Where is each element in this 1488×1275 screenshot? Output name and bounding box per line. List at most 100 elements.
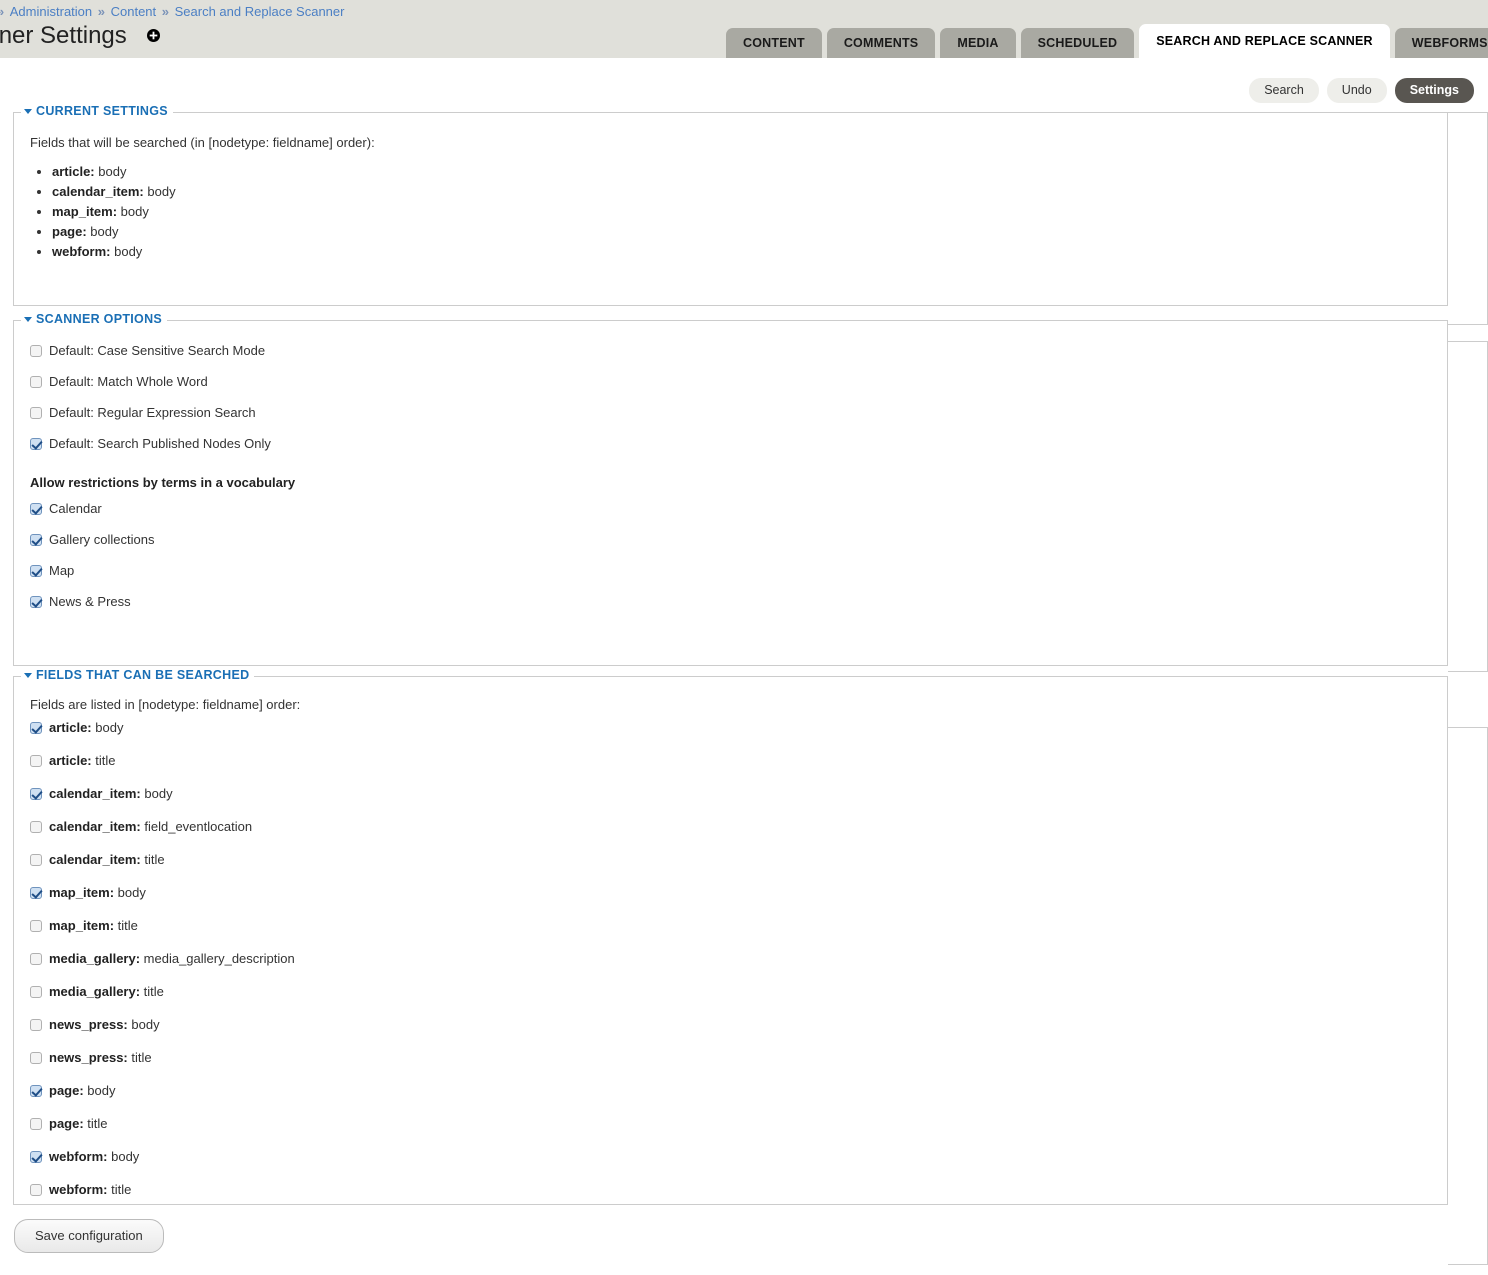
tab-media[interactable]: MEDIA: [940, 28, 1016, 58]
searchable-field-option[interactable]: page: title: [30, 1116, 1431, 1131]
checkbox-checked-icon[interactable]: [30, 1150, 42, 1163]
scanner-default-option[interactable]: Default: Regular Expression Search: [30, 405, 1431, 420]
scanner-default-option[interactable]: Default: Search Published Nodes Only: [30, 436, 1431, 451]
scanner-default-option[interactable]: Default: Case Sensitive Search Mode: [30, 343, 1431, 358]
checkbox-checked-icon[interactable]: [30, 502, 42, 515]
checkbox-unchecked-icon[interactable]: [30, 820, 42, 833]
checkbox-unchecked-icon[interactable]: [30, 1117, 42, 1130]
tab-content[interactable]: CONTENT: [726, 28, 822, 58]
checkbox-unchecked-icon[interactable]: [30, 1018, 42, 1031]
settings-button[interactable]: Settings: [1394, 78, 1474, 103]
chevron-down-icon: [24, 317, 32, 322]
searchable-field-option[interactable]: media_gallery: title: [30, 984, 1431, 999]
checkbox-unchecked-icon[interactable]: [30, 1183, 42, 1196]
searchable-field-option[interactable]: article: title: [30, 753, 1431, 768]
vocabulary-option[interactable]: News & Press: [30, 594, 1431, 609]
save-configuration-button[interactable]: Save configuration: [14, 1219, 164, 1253]
checkbox-label: news_press: body: [49, 1017, 160, 1032]
breadcrumb-link[interactable]: Search and Replace Scanner: [175, 4, 345, 19]
field-name: body: [140, 786, 173, 801]
checkbox-unchecked-icon[interactable]: [30, 952, 42, 965]
searchable-field-option[interactable]: media_gallery: media_gallery_description: [30, 951, 1431, 966]
breadcrumb-link[interactable]: Content: [111, 4, 157, 19]
searchable-field-option[interactable]: news_press: body: [30, 1017, 1431, 1032]
searchable-fields-description: Fields are listed in [nodetype: fieldnam…: [30, 697, 301, 712]
tab-comments[interactable]: COMMENTS: [826, 28, 936, 58]
checkbox-label: News & Press: [49, 594, 131, 609]
node-type: map_item:: [49, 918, 115, 933]
searchable-fields-legend[interactable]: FIELDS THAT CAN BE SEARCHED: [21, 668, 255, 682]
vocabulary-option[interactable]: Gallery collections: [30, 532, 1431, 547]
node-type: calendar_item:: [49, 819, 141, 834]
checkbox-checked-icon[interactable]: [30, 886, 42, 899]
searchable-fields-list: article: body article: title calendar_item…: [30, 720, 1431, 1197]
searchable-field-option[interactable]: calendar_item: body: [30, 786, 1431, 801]
add-circle-icon[interactable]: [147, 21, 161, 49]
searchable-field-option[interactable]: webform: body: [30, 1149, 1431, 1164]
checkbox-unchecked-icon[interactable]: [30, 406, 42, 419]
checkbox-label: map_item: title: [49, 918, 138, 933]
scanner-options-legend[interactable]: SCANNER OPTIONS: [21, 312, 168, 326]
searchable-field-option[interactable]: map_item: title: [30, 918, 1431, 933]
scanner-default-option[interactable]: Default: Match Whole Word: [30, 374, 1431, 389]
node-type: news_press:: [49, 1050, 128, 1065]
searchable-field-option[interactable]: page: body: [30, 1083, 1431, 1098]
breadcrumb: ome » Administration » Content » Search …: [0, 4, 344, 19]
checkbox-checked-icon[interactable]: [30, 1084, 42, 1097]
undo-button[interactable]: Undo: [1326, 78, 1387, 103]
field-name: title: [107, 1182, 132, 1197]
search-button[interactable]: Search: [1249, 78, 1319, 103]
searchable-field-option[interactable]: calendar_item: title: [30, 852, 1431, 867]
overflow-frame-top: [1448, 112, 1488, 325]
tab-scheduled[interactable]: SCHEDULED: [1020, 28, 1135, 58]
node-type: media_gallery:: [49, 951, 141, 966]
checkbox-unchecked-icon[interactable]: [30, 919, 42, 932]
checkbox-checked-icon[interactable]: [30, 437, 42, 450]
checkbox-checked-icon[interactable]: [30, 721, 42, 734]
field-name: title: [140, 984, 164, 999]
field-name: body: [91, 720, 124, 735]
checkbox-unchecked-icon[interactable]: [30, 1051, 42, 1064]
checkbox-unchecked-icon[interactable]: [30, 985, 42, 998]
checkbox-label: news_press: title: [49, 1050, 152, 1065]
field-name: title: [127, 1050, 152, 1065]
vocabulary-option[interactable]: Map: [30, 563, 1431, 578]
checkbox-unchecked-icon[interactable]: [30, 375, 42, 388]
checkbox-label: media_gallery: media_gallery_description: [49, 951, 295, 966]
vocabulary-option[interactable]: Calendar: [30, 501, 1431, 516]
field-name: body: [83, 1083, 116, 1098]
breadcrumb-link[interactable]: Administration: [10, 4, 92, 19]
node-type: news_press:: [49, 1017, 128, 1032]
field-name: body: [94, 164, 127, 179]
node-type: page:: [49, 1083, 84, 1098]
searchable-field-option[interactable]: calendar_item: field_eventlocation: [30, 819, 1431, 834]
searchable-field-option[interactable]: map_item: body: [30, 885, 1431, 900]
field-name: field_eventlocation: [140, 819, 253, 834]
checkbox-label: article: title: [49, 753, 115, 768]
checkbox-label: Default: Match Whole Word: [49, 374, 208, 389]
node-type: media_gallery:: [49, 984, 141, 999]
searchable-field-option[interactable]: news_press: title: [30, 1050, 1431, 1065]
checkbox-label: Calendar: [49, 501, 102, 516]
checkbox-unchecked-icon[interactable]: [30, 853, 42, 866]
searchable-field-option[interactable]: webform: title: [30, 1182, 1431, 1197]
searchable-field-option[interactable]: article: body: [30, 720, 1431, 735]
list-item: calendar_item: body: [52, 182, 1431, 202]
tab-webforms[interactable]: WEBFORMS: [1394, 28, 1488, 58]
node-type: calendar_item:: [49, 852, 141, 867]
checkbox-unchecked-icon[interactable]: [30, 344, 42, 357]
tab-search-and-replace-scanner[interactable]: SEARCH AND REPLACE SCANNER: [1139, 24, 1390, 58]
overflow-frame-middle: [1448, 341, 1488, 672]
field-name: title: [91, 753, 116, 768]
checkbox-checked-icon[interactable]: [30, 564, 42, 577]
checkbox-checked-icon[interactable]: [30, 595, 42, 608]
current-settings-legend[interactable]: CURRENT SETTINGS: [21, 104, 173, 118]
checkbox-unchecked-icon[interactable]: [30, 754, 42, 767]
checkbox-checked-icon[interactable]: [30, 787, 42, 800]
field-name: title: [114, 918, 138, 933]
checkbox-checked-icon[interactable]: [30, 533, 42, 546]
field-name: body: [127, 1017, 160, 1032]
list-item: article: body: [52, 162, 1431, 182]
field-name: body: [114, 885, 146, 900]
field-name: body: [143, 184, 176, 199]
